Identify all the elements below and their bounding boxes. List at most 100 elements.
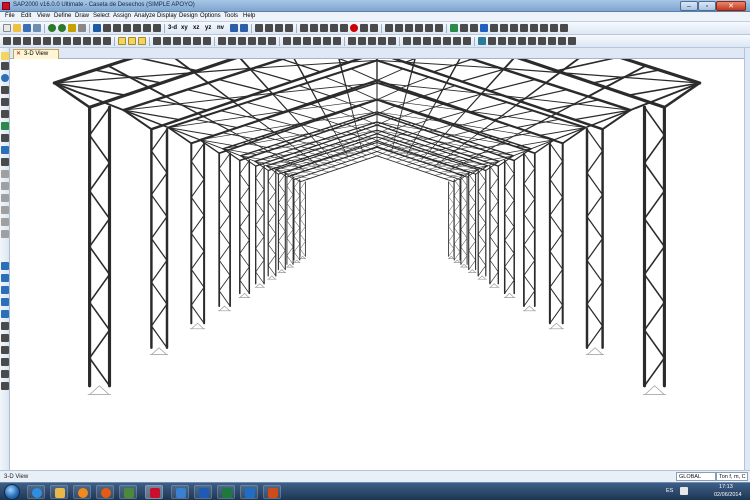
join-frames-icon[interactable] [303,37,311,45]
joint-loads-icon[interactable] [415,24,423,32]
view-xy-button[interactable]: xy [181,24,191,32]
move-icon[interactable] [313,37,321,45]
set-display-options-icon[interactable] [255,24,263,32]
rotate-view-icon[interactable] [230,24,238,32]
menu-file[interactable]: File [5,13,15,19]
design-icon[interactable] [310,24,318,32]
joint-restraint-icon[interactable] [395,24,403,32]
snap-midpoints-icon[interactable] [1,310,9,318]
view-3d-button[interactable]: 3-d [168,24,178,32]
analysis-options-icon[interactable] [480,24,488,32]
draw-solid-left-icon[interactable] [1,170,9,178]
draw-joint-icon[interactable] [1,74,9,82]
display-joints-icon[interactable] [403,37,411,45]
photos-icon[interactable] [119,485,137,499]
draw-cable-left-icon[interactable] [1,206,9,214]
assign-solid-icon[interactable] [258,37,266,45]
show-grid-icon[interactable] [538,37,546,45]
draw-line-icon[interactable] [1,110,9,118]
display-cables-icon[interactable] [453,37,461,45]
zoom-in-icon[interactable] [133,24,141,32]
display-frames-icon[interactable] [413,37,421,45]
extruded-view-icon[interactable] [478,37,486,45]
folder-icon[interactable] [50,485,68,499]
show-local-axes-icon[interactable] [518,37,526,45]
menu-display[interactable]: Display [157,13,177,19]
show-undeformed-icon[interactable] [265,24,273,32]
close-tab-icon[interactable]: ✕ [16,50,21,57]
named-view-icon[interactable] [368,37,376,45]
refresh-window-icon[interactable] [68,24,76,32]
view-xz-button[interactable]: xz [193,24,203,32]
show-edges-icon[interactable] [508,37,516,45]
virtual-work-icon[interactable] [530,24,538,32]
powerpoint-icon[interactable] [263,485,281,499]
bridge-icon[interactable] [560,24,568,32]
menu-analyze[interactable]: Analyze [134,13,155,19]
screen-capture-icon[interactable] [558,37,566,45]
show-stresses-icon[interactable] [520,24,528,32]
draw-dimension-icon[interactable] [1,218,9,226]
intersecting-line-select-icon[interactable] [138,37,146,45]
new-model-icon[interactable] [3,24,11,32]
mass-source-icon[interactable] [388,37,396,45]
snap-grid-icon[interactable] [1,358,9,366]
show-forces-icon[interactable] [285,24,293,32]
snap-perp-icon[interactable] [1,334,9,342]
material-icon[interactable] [378,37,386,45]
snap-intersections-icon[interactable] [1,322,9,330]
display-tendons-icon[interactable] [463,37,471,45]
steel-design-icon[interactable] [540,24,548,32]
menu-edit[interactable]: Edit [21,13,31,19]
network-icon[interactable] [171,485,189,499]
restore-previous-zoom-icon[interactable] [123,24,131,32]
edit-points-icon[interactable] [333,37,341,45]
clock-date[interactable]: 02/06/2014 [714,492,742,498]
load-cases-icon[interactable] [490,24,498,32]
menu-draw[interactable]: Draw [75,13,89,19]
snap-points-icon[interactable] [153,37,161,45]
frame-loads-icon[interactable] [425,24,433,32]
frame-release-icon[interactable] [405,24,413,32]
frame-section-icon[interactable] [385,24,393,32]
set-limits-icon[interactable] [1,382,9,390]
object-shrink-icon[interactable] [1,370,9,378]
delete-icon[interactable] [350,24,358,32]
snap-intersection-icon[interactable] [173,37,181,45]
fill-objects-icon[interactable] [498,37,506,45]
snap-joints-icon[interactable] [1,298,9,306]
show-tables-icon[interactable] [300,24,308,32]
run-analysis-icon[interactable] [93,24,101,32]
sap2000-icon[interactable] [145,485,163,499]
divide-frames-icon[interactable] [293,37,301,45]
clear-select-icon[interactable] [1,286,9,294]
display-areas-icon[interactable] [423,37,431,45]
redo-icon[interactable] [58,24,66,32]
snap-perpendicular-icon[interactable] [183,37,191,45]
assign-link-icon[interactable] [268,37,276,45]
area-loads-icon[interactable] [435,24,443,32]
snap-line-icon[interactable] [1,346,9,354]
snap-fine-grid-icon[interactable] [203,37,211,45]
draw-tendon-icon[interactable] [53,37,61,45]
print-icon[interactable] [33,24,41,32]
concrete-design-icon[interactable] [550,24,558,32]
select-pointer-icon[interactable] [1,52,9,60]
show-deformed-icon[interactable] [275,24,283,32]
open-folder-icon[interactable] [13,24,21,32]
all-select-icon[interactable] [1,262,9,270]
draw-frame-icon[interactable] [3,37,11,45]
menu-select[interactable]: Select [93,13,110,19]
assign-cable-icon[interactable] [238,37,246,45]
window-select-icon[interactable] [128,37,136,45]
internet-explorer-icon[interactable] [27,485,45,499]
excel-icon[interactable] [217,485,235,499]
show-reactions-icon[interactable] [510,24,518,32]
pointer-select-icon[interactable] [118,37,126,45]
draw-tendon-left-icon[interactable] [1,194,9,202]
lock-model-icon[interactable] [78,24,86,32]
view-nv-button[interactable]: nv [217,24,227,32]
draw-link-icon[interactable] [103,37,111,45]
draw-grid-icon[interactable] [1,122,9,130]
clear-selection-icon[interactable] [340,24,348,32]
